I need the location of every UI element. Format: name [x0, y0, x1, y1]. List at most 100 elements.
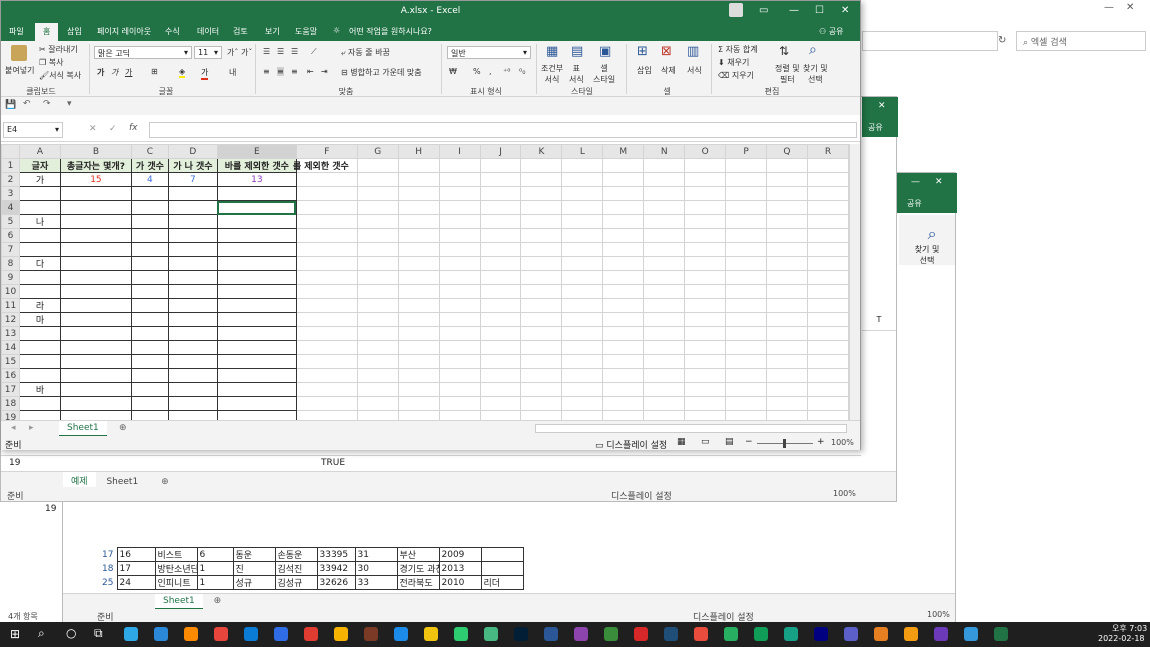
minimize-icon[interactable]: —: [789, 5, 799, 16]
column-header[interactable]: D: [167, 144, 218, 159]
cell-G12[interactable]: [356, 312, 399, 327]
cell-A5[interactable]: 나: [18, 214, 61, 229]
cell-R8[interactable]: [806, 256, 849, 271]
row-header[interactable]: 6: [1, 228, 20, 243]
column-header[interactable]: A: [18, 144, 61, 159]
cell-L3[interactable]: [561, 186, 604, 201]
cell-M17[interactable]: [602, 382, 645, 397]
cell-G17[interactable]: [356, 382, 399, 397]
ribbon-display-icon[interactable]: ▭: [759, 5, 768, 16]
function-icon[interactable]: fx: [129, 123, 138, 133]
redo-icon[interactable]: ↷: [43, 99, 51, 109]
cell-C9[interactable]: [130, 270, 169, 285]
cell-F13[interactable]: [295, 326, 358, 341]
paste-button[interactable]: 붙여넣기: [5, 65, 34, 76]
cell-F9[interactable]: [295, 270, 358, 285]
cell-N2[interactable]: [643, 172, 686, 187]
zoom-in-icon[interactable]: +: [817, 437, 825, 447]
app-icon[interactable]: [844, 627, 858, 641]
cell-J11[interactable]: [479, 298, 522, 313]
app-icon[interactable]: [754, 627, 768, 641]
cell-O13[interactable]: [684, 326, 727, 341]
sort-filter-icon[interactable]: ⇅: [779, 44, 789, 58]
cell-B3[interactable]: [59, 186, 132, 201]
cell-D16[interactable]: [167, 368, 218, 383]
copy-button[interactable]: ❐ 복사: [39, 57, 63, 68]
cell-I5[interactable]: [438, 214, 481, 229]
column-header[interactable]: P: [725, 144, 768, 159]
cell-P2[interactable]: [725, 172, 768, 187]
cell-Q15[interactable]: [766, 354, 808, 369]
cell-L12[interactable]: [561, 312, 604, 327]
cell-A7[interactable]: [18, 242, 61, 257]
menu-page-layout[interactable]: 페이지 레이아웃: [97, 26, 151, 37]
maximize-icon[interactable]: ☐: [815, 5, 824, 16]
format-painter-button[interactable]: 🖌서식 복사: [39, 70, 81, 81]
cell-B9[interactable]: [59, 270, 132, 285]
cell-A3[interactable]: [18, 186, 61, 201]
cell-I19[interactable]: [438, 410, 481, 420]
cell-C13[interactable]: [130, 326, 169, 341]
minimize-icon[interactable]: —: [911, 177, 920, 187]
cell-L4[interactable]: [561, 200, 604, 215]
cell-P5[interactable]: [725, 214, 768, 229]
cell-M1[interactable]: [602, 158, 645, 173]
cell-R11[interactable]: [806, 298, 849, 313]
cell-E15[interactable]: [216, 354, 297, 369]
row-header[interactable]: 2: [1, 172, 20, 187]
cell-E17[interactable]: [216, 382, 297, 397]
column-header[interactable]: Q: [766, 144, 808, 159]
cell-I1[interactable]: [438, 158, 481, 173]
cell-B7[interactable]: [59, 242, 132, 257]
cell-H17[interactable]: [397, 382, 440, 397]
cell-D18[interactable]: [167, 396, 218, 411]
italic-icon[interactable]: 가: [111, 67, 118, 78]
cell-F15[interactable]: [295, 354, 358, 369]
column-header[interactable]: N: [643, 144, 686, 159]
cell-A12[interactable]: 마: [18, 312, 61, 327]
cell-H6[interactable]: [397, 228, 440, 243]
name-box[interactable]: E4 ▾: [3, 122, 63, 138]
cell-C12[interactable]: [130, 312, 169, 327]
cell-P17[interactable]: [725, 382, 768, 397]
cell-Q1[interactable]: [766, 158, 808, 173]
worksheet-grid[interactable]: A B C D E F G H I J K L M N O P Q R 1 글자 총글자는 몇개? 가 갯수 가 나 갯수 바…: [1, 144, 849, 420]
cell-J19[interactable]: [479, 410, 522, 420]
cell-H9[interactable]: [397, 270, 440, 285]
edge-icon[interactable]: [154, 627, 168, 641]
cell-F7[interactable]: [295, 242, 358, 257]
cell-J5[interactable]: [479, 214, 522, 229]
cell-F18[interactable]: [295, 396, 358, 411]
cell-G18[interactable]: [356, 396, 399, 411]
cell-L15[interactable]: [561, 354, 604, 369]
currency-icon[interactable]: ₩: [449, 67, 457, 76]
cell-I2[interactable]: [438, 172, 481, 187]
cell-J4[interactable]: [479, 200, 522, 215]
share-button[interactable]: 공유: [862, 119, 898, 137]
cell-I13[interactable]: [438, 326, 481, 341]
cell-K11[interactable]: [520, 298, 563, 313]
cell-L11[interactable]: [561, 298, 604, 313]
cell-N15[interactable]: [643, 354, 686, 369]
row-header[interactable]: 8: [1, 256, 20, 271]
row-header[interactable]: 16: [1, 368, 20, 383]
cell-L2[interactable]: [561, 172, 604, 187]
cell-N9[interactable]: [643, 270, 686, 285]
cell-M19[interactable]: [602, 410, 645, 420]
align-bottom-icon[interactable]: ☰: [291, 47, 298, 56]
cell-C5[interactable]: [130, 214, 169, 229]
cell-Q4[interactable]: [766, 200, 808, 215]
cell-C11[interactable]: [130, 298, 169, 313]
cell-B6[interactable]: [59, 228, 132, 243]
find-button[interactable]: ⌕ 찾기 및 선택: [899, 215, 955, 265]
cell-D5[interactable]: [167, 214, 218, 229]
bold-icon[interactable]: 가: [97, 67, 104, 78]
cell-I3[interactable]: [438, 186, 481, 201]
cell-F16[interactable]: [295, 368, 358, 383]
number-format-select[interactable]: 일반 ▾: [447, 46, 531, 59]
cell-C1[interactable]: 가 갯수: [130, 158, 169, 173]
cell-K13[interactable]: [520, 326, 563, 341]
cell-P11[interactable]: [725, 298, 768, 313]
clear-button[interactable]: ⌫ 지우기: [718, 70, 754, 81]
cell-E14[interactable]: [216, 340, 297, 355]
